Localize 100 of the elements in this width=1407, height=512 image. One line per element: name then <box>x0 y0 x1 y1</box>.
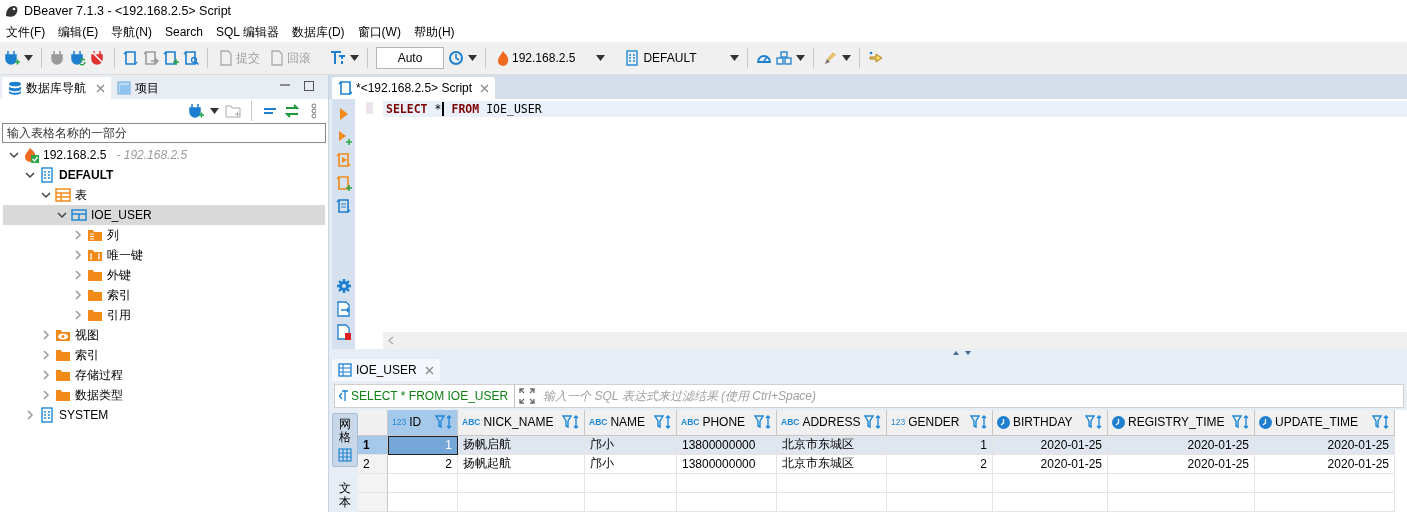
new-folder-icon[interactable] <box>225 103 241 119</box>
column-header[interactable]: BIRTHDAY <box>993 410 1108 436</box>
maximize-icon[interactable] <box>304 81 314 91</box>
link-icon[interactable] <box>284 103 300 119</box>
column-header[interactable]: 123 ID <box>388 410 458 436</box>
plug-refresh-icon[interactable] <box>70 50 86 66</box>
script-search-icon[interactable] <box>183 50 199 66</box>
menu-item[interactable]: 窗口(W) <box>357 23 408 41</box>
view-folder-icon <box>55 327 71 343</box>
filter-sort-icon <box>1232 415 1250 430</box>
tree-item-label: 索引 <box>75 346 99 364</box>
tree-item[interactable]: 视图 <box>3 325 325 345</box>
tree-item[interactable]: 数据类型 <box>3 385 325 405</box>
column-header[interactable]: ABC PHONE <box>677 410 777 436</box>
tree-item[interactable]: SYSTEM <box>3 405 325 425</box>
tree-item-note: - 192.168.2.5 <box>116 148 188 162</box>
table-filter-field[interactable]: 输入表格名称的一部分 <box>2 123 326 143</box>
horizontal-scrollbar[interactable] <box>383 332 1407 349</box>
column-header[interactable]: 123 GENDER <box>887 410 993 436</box>
export-icon[interactable] <box>335 301 352 317</box>
menu-item[interactable]: 编辑(E) <box>58 23 106 41</box>
caret-icon[interactable] <box>350 55 359 61</box>
tree-item[interactable]: 表 <box>3 185 325 205</box>
column-header[interactable]: REGISTRY_TIME <box>1108 410 1255 436</box>
pointer-icon[interactable] <box>867 50 884 66</box>
document-error-icon[interactable] <box>335 324 352 340</box>
history-icon[interactable] <box>448 50 464 66</box>
tree-item[interactable]: 索引 <box>3 285 325 305</box>
script-icon[interactable] <box>123 50 139 66</box>
type-label: 123 <box>891 417 906 428</box>
run-script-new-icon[interactable] <box>335 175 352 191</box>
tree-item[interactable]: 唯一键 <box>3 245 325 265</box>
menu-item[interactable]: 数据库(D) <box>291 23 352 41</box>
caret-icon[interactable] <box>795 55 805 61</box>
menu-item[interactable]: 导航(N) <box>111 23 159 41</box>
type-label: 123 <box>392 417 407 428</box>
caret-icon[interactable] <box>24 55 33 61</box>
tree-item-label: 192.168.2.5 <box>43 148 107 162</box>
schema-icon <box>39 167 55 183</box>
column-header[interactable]: ABC NAME <box>585 410 677 436</box>
tree-item[interactable]: 索引 <box>3 345 325 365</box>
format-icon[interactable] <box>330 50 346 66</box>
result-filter-field[interactable]: 输入一个 SQL 表达式来过滤结果 (使用 Ctrl+Space) <box>539 384 1404 408</box>
scroll-left-icon[interactable] <box>388 336 394 345</box>
editor-tab[interactable]: *<192.168.2.5> Script <box>332 77 496 99</box>
filter-sort-icon <box>1085 415 1103 430</box>
plug-disconnect-icon[interactable] <box>90 50 106 66</box>
tree-item[interactable]: 引用 <box>3 305 325 325</box>
caret-icon[interactable] <box>596 55 606 61</box>
settings-icon[interactable] <box>335 278 352 294</box>
explain-icon[interactable] <box>335 198 352 214</box>
plug-plus-icon[interactable] <box>188 103 204 119</box>
navigator-tab[interactable]: 项目 <box>111 77 165 99</box>
script-arrow-icon[interactable] <box>143 50 159 66</box>
tree-item[interactable]: 192.168.2.5 - 192.168.2.5 <box>3 145 325 165</box>
menu-item[interactable]: 帮助(H) <box>413 23 462 41</box>
column-header[interactable]: UPDATE_TIME <box>1255 410 1395 436</box>
results-tab[interactable]: IOE_USER <box>332 359 440 381</box>
document-icon <box>219 50 233 66</box>
run-script-icon[interactable] <box>335 152 352 168</box>
window-icon <box>117 81 131 95</box>
tree-item-label: 数据类型 <box>75 386 123 404</box>
schema-selector[interactable]: DEFAULT <box>621 48 700 68</box>
navigator-tab[interactable]: 数据库导航 <box>2 77 111 99</box>
filter-sort-icon <box>970 415 988 430</box>
menu-item[interactable]: Search <box>165 25 211 39</box>
caret-icon[interactable] <box>841 55 851 61</box>
expand-icon[interactable] <box>519 388 536 404</box>
tree-item[interactable]: 外键 <box>3 265 325 285</box>
type-label: ABC <box>462 417 481 428</box>
script-plus-icon[interactable] <box>163 50 179 66</box>
table-folder-icon <box>55 187 71 203</box>
filter-sort-icon <box>435 415 453 430</box>
type-label: ABC <box>681 417 700 428</box>
tree-item[interactable]: IOE_USER <box>3 205 325 225</box>
column-header[interactable]: ABC ADDRESS <box>777 410 887 436</box>
menu-item[interactable]: 文件(F) <box>6 23 53 41</box>
tree-item[interactable]: 列 <box>3 225 325 245</box>
folder-icon <box>55 367 71 383</box>
menu-item[interactable]: SQL 编辑器 <box>216 23 286 41</box>
view-tab[interactable]: 文本 <box>332 477 358 512</box>
plug-plus-icon[interactable] <box>4 50 20 66</box>
transaction-mode-field[interactable]: Auto <box>376 47 444 69</box>
filter-sort-icon <box>654 415 672 430</box>
database-icon <box>8 81 22 95</box>
view-tab[interactable]: 网格 <box>332 413 358 468</box>
tree-item-label: 表 <box>75 186 87 204</box>
query-text: SELECT * FROM IOE_USER <box>334 384 516 408</box>
plug-icon[interactable] <box>50 50 66 66</box>
close-icon <box>96 83 105 93</box>
caret-icon[interactable] <box>729 55 739 61</box>
tree-item[interactable]: DEFAULT <box>3 165 325 185</box>
column-header[interactable]: ABC NICK_NAME <box>458 410 585 436</box>
caret-icon[interactable] <box>210 108 219 114</box>
flame-icon <box>497 50 509 66</box>
caret-icon[interactable] <box>468 55 477 61</box>
connection-selector[interactable]: 192.168.2.5 <box>494 48 579 68</box>
grid-icon <box>338 448 352 463</box>
folder-icon <box>55 347 71 363</box>
tree-item[interactable]: 存储过程 <box>3 365 325 385</box>
